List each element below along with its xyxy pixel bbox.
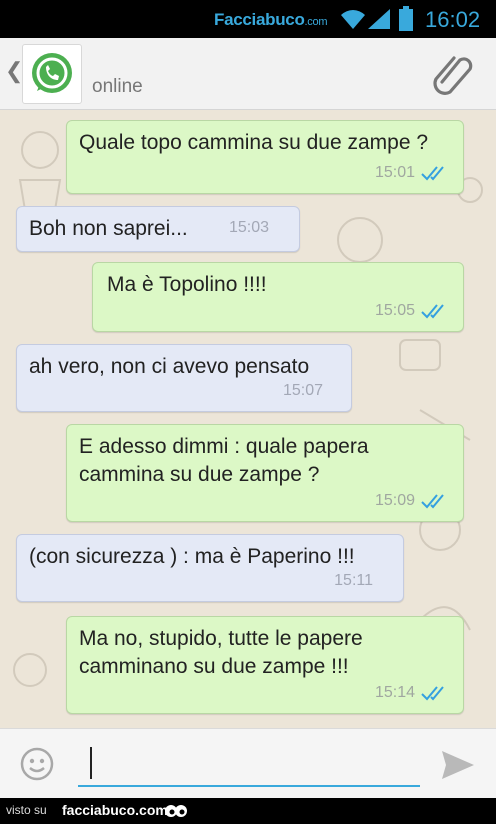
double-check-icon [421,304,444,319]
double-check-icon [421,686,444,701]
message-input[interactable] [78,741,420,787]
message-meta: 15:14 [375,679,449,707]
message-incoming[interactable]: Boh non saprei... 15:03 [16,206,300,252]
message-outgoing[interactable]: E adesso dimmi : quale papera cammina su… [66,424,464,522]
paperclip-icon[interactable] [430,52,476,96]
chevron-left-icon[interactable]: ❮ [5,58,23,84]
message-meta: 15:03 [229,214,269,242]
message-text: Ma no, stupido, tutte le papere camminan… [79,627,363,678]
eyes-logo-icon [165,805,187,817]
message-outgoing[interactable]: Ma è Topolino !!!! 15:05 [92,262,464,332]
message-outgoing[interactable]: Ma no, stupido, tutte le papere camminan… [66,616,464,714]
message-meta: 15:07 [283,377,323,405]
send-arrow-icon[interactable] [440,749,476,781]
message-time: 15:09 [374,492,415,509]
message-time: 15:05 [374,302,415,319]
message-time: 15:01 [374,164,415,181]
message-text: E adesso dimmi : quale papera cammina su… [79,435,369,486]
wifi-icon [341,10,365,29]
composer [0,728,496,798]
signal-icon [368,9,390,29]
footer-visto-label: visto su [6,803,47,817]
avatar[interactable] [22,44,82,104]
message-meta: 15:05 [375,297,449,325]
watermark-footer: visto su facciabuco.com [0,798,496,824]
message-text: Ma è Topolino !!!! [107,273,267,296]
double-check-icon [421,166,444,181]
message-time: 15:07 [282,382,323,399]
chat-header: ❮ online [0,38,496,110]
whatsapp-logo-icon [32,53,72,93]
message-meta: 15:09 [375,487,449,515]
clock: 16:02 [425,7,481,32]
smiley-icon[interactable] [20,747,54,781]
double-check-icon [421,494,444,509]
battery-icon [399,6,413,31]
contact-status: online [92,76,143,97]
message-meta: 15:01 [375,159,449,187]
message-time: 15:03 [228,219,269,236]
message-time: 15:14 [374,684,415,701]
message-meta: 15:11 [334,567,373,595]
message-time: 15:11 [334,572,373,589]
footer-site-label: facciabuco.com [62,802,168,818]
message-incoming[interactable]: (con sicurezza ) : ma è Paperino !!! 15:… [16,534,404,602]
message-incoming[interactable]: ah vero, non ci avevo pensato 15:07 [16,344,352,412]
text-caret [90,747,92,779]
message-text: Quale topo cammina su due zampe ? [79,131,429,154]
watermark: Facciabuco.com [214,10,328,29]
message-text: Boh non saprei... [29,217,188,240]
message-outgoing[interactable]: Quale topo cammina su due zampe ? 15:01 [66,120,464,194]
conversation[interactable]: Quale topo cammina su due zampe ? 15:01 … [0,110,496,728]
status-bar: Facciabuco.com 16:02 [0,0,496,38]
